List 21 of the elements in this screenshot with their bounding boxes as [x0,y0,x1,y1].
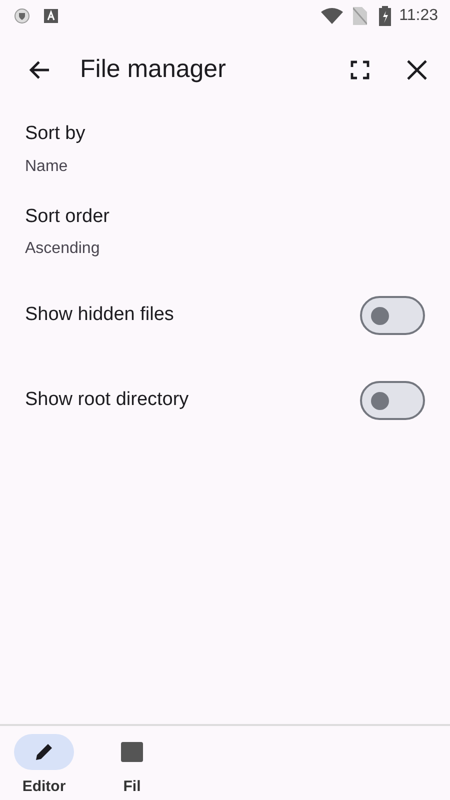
setting-value: Name [25,156,69,176]
close-icon [406,59,428,81]
wifi-icon [321,8,344,24]
screen-title: File manager [80,54,227,86]
shield-icon [14,8,30,24]
toggle-switch[interactable] [360,296,425,335]
no-sim-icon [353,7,368,25]
clock: 11:23 [399,6,438,26]
app-notification-icon [44,9,58,23]
setting-label: Show hidden files [25,303,174,328]
toggle-switch[interactable] [360,381,425,420]
fullscreen-icon [350,60,370,80]
pencil-icon [33,741,55,763]
setting-label: Sort order [25,204,110,228]
battery-icon [379,6,392,26]
setting-value: Ascending [25,239,101,259]
setting-label: Sort by [25,122,86,146]
nav-tab[interactable]: Editor [0,734,88,800]
tab-icon [121,742,143,762]
nav-tab[interactable]: Fil [88,734,176,800]
setting-label: Show root directory [25,388,189,412]
